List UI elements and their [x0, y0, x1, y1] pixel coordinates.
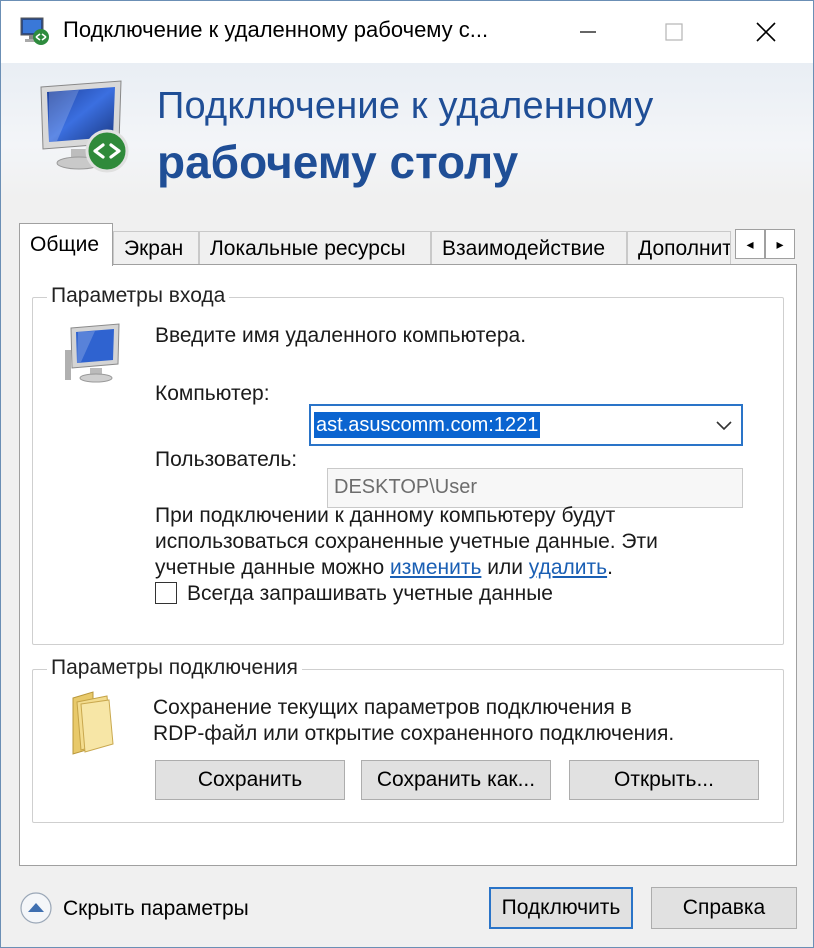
- close-icon: [756, 22, 776, 42]
- credentials-info-line1: При подключении к данному компьютеру буд…: [155, 504, 616, 527]
- login-settings-group: Параметры входа Введите имя удаленного к…: [32, 284, 784, 645]
- tab-local-resources[interactable]: Локальные ресурсы: [199, 231, 431, 265]
- tab-strip: Общие Экран Локальные ресурсы Взаимодейс…: [19, 223, 799, 266]
- tab-general[interactable]: Общие: [19, 223, 113, 266]
- tab-display[interactable]: Экран: [113, 231, 199, 265]
- save-as-button[interactable]: Сохранить как...: [361, 760, 551, 800]
- rdp-app-icon: [19, 15, 51, 47]
- open-button[interactable]: Открыть...: [569, 760, 759, 800]
- user-label: Пользователь:: [155, 448, 298, 471]
- credentials-info-text: учетные данные можно: [155, 556, 391, 579]
- hide-options-toggle[interactable]: [19, 891, 53, 925]
- credentials-info-or: или: [481, 556, 529, 579]
- connection-settings-group: Параметры подключения Сохранение текущих…: [32, 656, 784, 823]
- computer-input-value[interactable]: ast.asuscomm.com:1221: [314, 412, 541, 438]
- computer-label: Компьютер:: [155, 382, 270, 405]
- chevron-up-circle-icon: [20, 892, 52, 924]
- user-field: DESKTOP\User: [327, 468, 743, 508]
- change-credentials-link[interactable]: изменить: [390, 556, 481, 579]
- rdp-window: Подключение к удаленному рабочему с... П…: [0, 0, 814, 948]
- connection-desc-line2: RDP-файл или открытие сохраненного подкл…: [153, 722, 675, 745]
- maximize-icon: [665, 23, 683, 41]
- folder-icon: [63, 690, 121, 758]
- user-field-value: DESKTOP\User: [334, 476, 477, 498]
- close-button[interactable]: [735, 1, 797, 63]
- connection-settings-title: Параметры подключения: [47, 656, 302, 680]
- remote-desktop-monitor-icon: [35, 79, 135, 179]
- header-banner: Подключение к удаленному рабочему столу: [1, 63, 813, 199]
- computer-icon: [63, 322, 129, 388]
- computer-combobox[interactable]: ast.asuscomm.com:1221: [309, 404, 743, 446]
- arrow-left-icon: ◂: [746, 235, 754, 252]
- tab-experience[interactable]: Взаимодействие: [431, 231, 627, 265]
- hide-options-label[interactable]: Скрыть параметры: [63, 897, 249, 921]
- credentials-info-period: .: [607, 556, 613, 579]
- minimize-button[interactable]: [557, 1, 619, 63]
- always-ask-label[interactable]: Всегда запрашивать учетные данные: [187, 582, 553, 606]
- help-button[interactable]: Справка: [651, 887, 797, 929]
- arrow-right-icon: ▸: [776, 235, 784, 252]
- connect-button[interactable]: Подключить: [489, 887, 633, 929]
- tab-scroll-left-button[interactable]: ◂: [735, 229, 765, 259]
- tab-scroll-right-button[interactable]: ▸: [765, 229, 795, 259]
- window-title: Подключение к удаленному рабочему с...: [63, 17, 489, 42]
- banner-title-line1: Подключение к удаленному: [157, 85, 654, 127]
- chevron-down-icon[interactable]: [715, 416, 733, 434]
- tab-advanced[interactable]: Дополнит: [627, 231, 731, 265]
- banner-title-line2: рабочему столу: [157, 136, 519, 188]
- maximize-button[interactable]: [643, 1, 705, 63]
- credentials-info-line2: использоваться сохраненные учетные данны…: [155, 530, 658, 553]
- minimize-icon: [580, 31, 596, 33]
- computer-prompt-text: Введите имя удаленного компьютера.: [155, 324, 527, 347]
- credentials-info-line3: учетные данные можно изменить или удалит…: [155, 556, 613, 580]
- save-button[interactable]: Сохранить: [155, 760, 345, 800]
- tab-panel-general: Параметры входа Введите имя удаленного к…: [19, 264, 797, 866]
- always-ask-checkbox[interactable]: [155, 582, 177, 604]
- title-bar: Подключение к удаленному рабочему с...: [1, 1, 813, 63]
- delete-credentials-link[interactable]: удалить: [529, 556, 607, 579]
- connection-desc-line1: Сохранение текущих параметров подключени…: [153, 696, 632, 719]
- login-settings-title: Параметры входа: [47, 284, 230, 308]
